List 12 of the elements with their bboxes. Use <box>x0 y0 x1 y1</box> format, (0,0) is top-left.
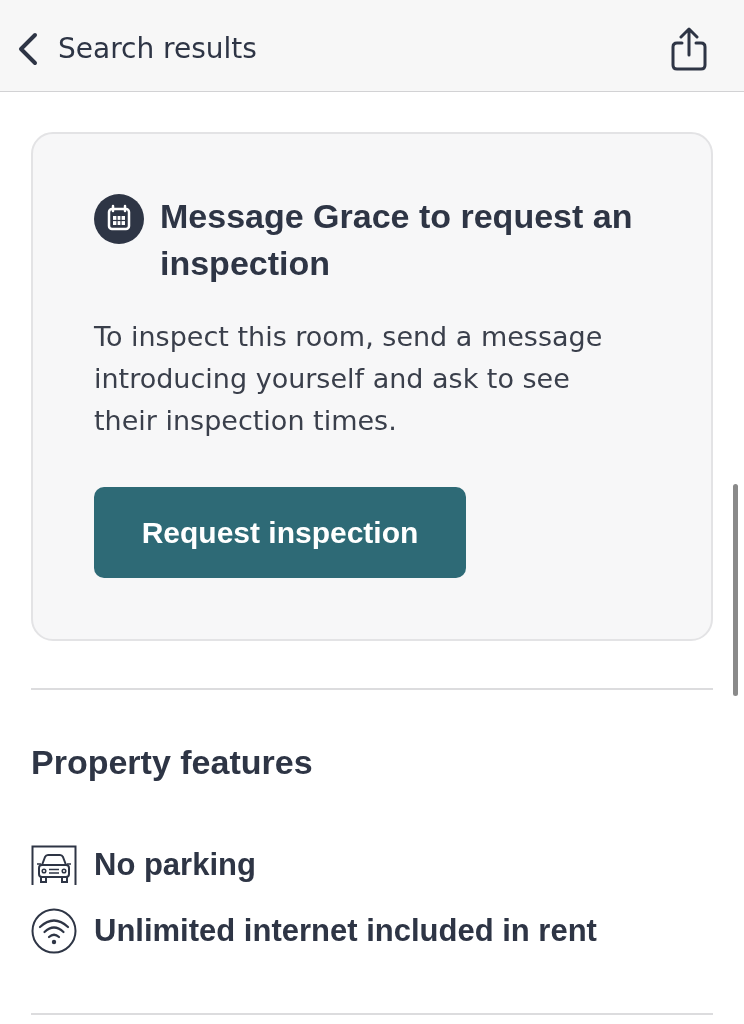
request-inspection-button[interactable]: Request inspection <box>94 487 466 578</box>
back-button[interactable]: Search results <box>18 30 257 67</box>
card-description: To inspect this room, send a message introducing yourself and ask to see their inspection times. <box>94 320 604 438</box>
section-heading: Property features <box>31 742 314 782</box>
feature-label: No parking <box>94 846 256 884</box>
wifi-icon <box>31 908 77 954</box>
chevron-left-icon <box>18 31 38 66</box>
calendar-icon <box>94 194 144 244</box>
share-icon[interactable] <box>670 26 708 71</box>
car-icon <box>31 845 77 885</box>
card-title: Message Grace to request an inspection <box>160 196 634 284</box>
feature-label: Unlimited internet included in rent <box>94 912 597 950</box>
